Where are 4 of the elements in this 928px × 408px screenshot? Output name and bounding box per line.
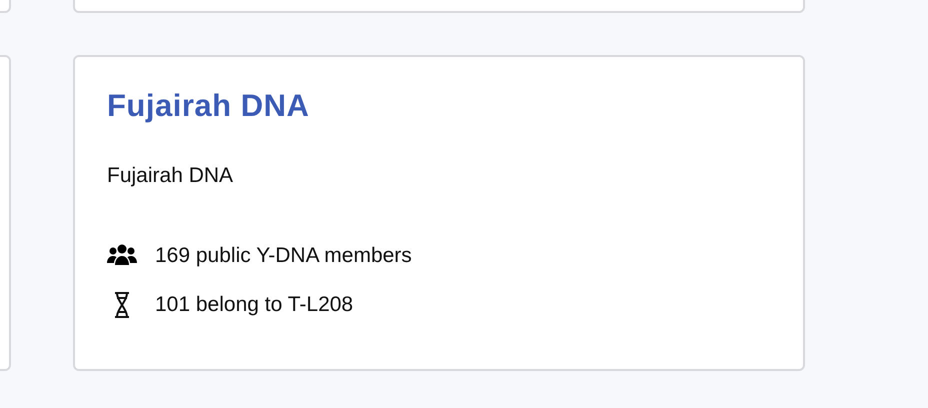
- card-title[interactable]: Fujairah DNA: [107, 87, 771, 124]
- stat-text: 101 belong to T-L208: [155, 292, 354, 318]
- card-description: Fujairah DNA: [107, 163, 234, 190]
- stat-text: 169 public Y-DNA members: [155, 242, 412, 269]
